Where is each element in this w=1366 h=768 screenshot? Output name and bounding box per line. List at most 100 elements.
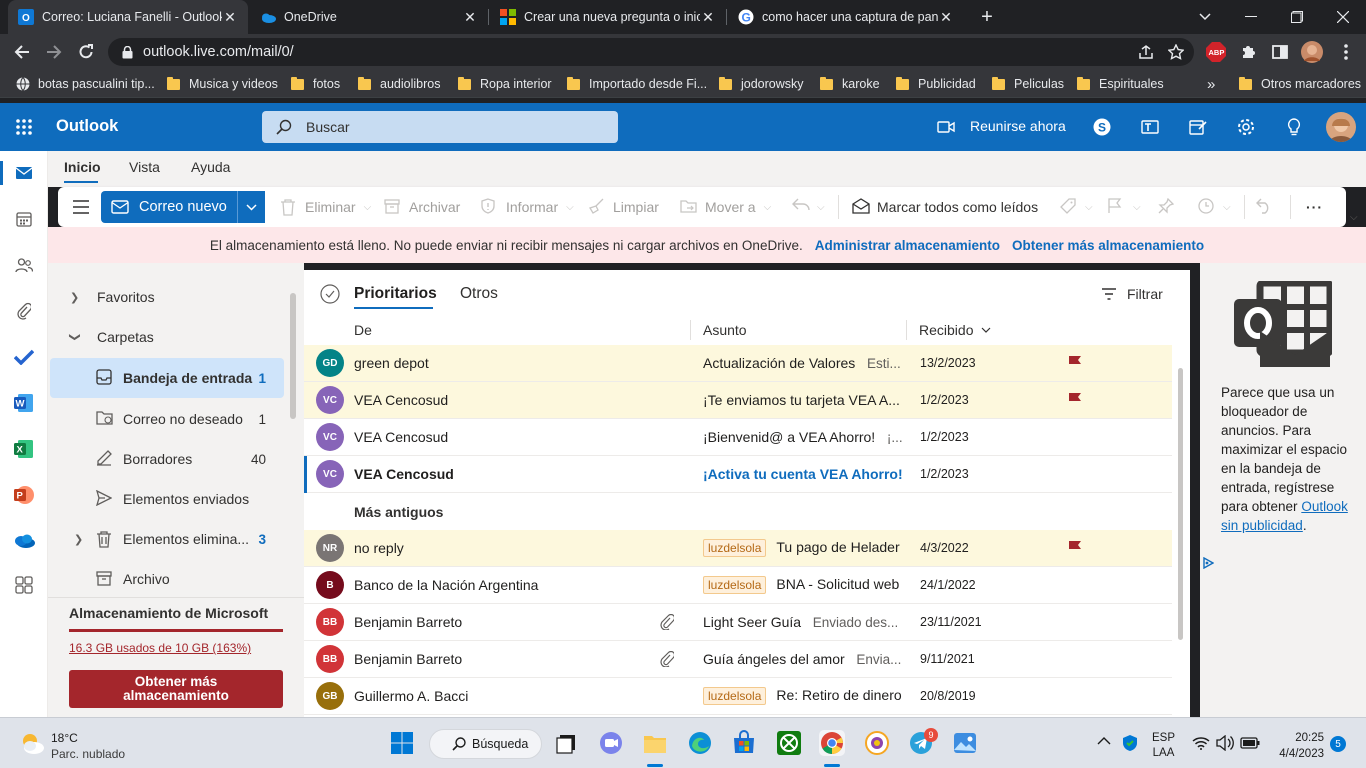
report-button[interactable]: Informar ⌵ — [481, 195, 574, 219]
close-icon[interactable]: ✕ — [938, 9, 954, 26]
folder-archive[interactable]: Archivo — [48, 559, 284, 599]
flag-icon[interactable] — [1068, 392, 1082, 408]
message-row-unread[interactable]: VC VEA Cencosud ¡Activa tu cuenta VEA Ah… — [304, 456, 1172, 493]
sweep-button[interactable]: Limpiar — [588, 195, 659, 219]
storage-usage-link[interactable]: 16.3 GB usados de 10 GB (163%) — [69, 641, 251, 655]
bookmark-folder[interactable]: Peliculas — [992, 75, 1064, 93]
folder-sent[interactable]: Elementos enviados — [48, 479, 284, 519]
back-icon[interactable] — [10, 40, 34, 64]
teams-icon[interactable] — [1138, 115, 1162, 139]
battery-icon[interactable] — [1240, 737, 1260, 749]
app-launcher-icon[interactable] — [12, 115, 36, 139]
onedrive-icon[interactable] — [12, 529, 36, 553]
photos-icon[interactable] — [952, 730, 978, 756]
column-received[interactable]: Recibido — [919, 322, 991, 338]
bookmark-folder[interactable]: Espirituales — [1077, 75, 1164, 93]
message-row[interactable]: NR no reply luzdelsola Tu pago de Helader… — [304, 530, 1172, 567]
tab-home[interactable]: Inicio — [64, 159, 101, 175]
message-row[interactable]: BB Benjamin Barreto Guía ángeles del amo… — [304, 641, 1172, 678]
url-field[interactable]: outlook.live.com/mail/0/ — [108, 38, 1194, 66]
get-storage-link[interactable]: Obtener más almacenamiento — [1012, 238, 1204, 253]
windows-start-icon[interactable] — [389, 730, 415, 756]
adblock-extension-icon[interactable]: ABP — [1204, 40, 1228, 64]
powerpoint-icon[interactable]: P — [12, 483, 36, 507]
tab-view[interactable]: Vista — [129, 159, 160, 175]
word-icon[interactable]: W — [12, 391, 36, 415]
account-avatar[interactable] — [1326, 112, 1356, 142]
todo-icon[interactable] — [12, 345, 36, 369]
bookmark-folder[interactable]: Importado desde Fi... — [567, 75, 707, 93]
video-camera-icon[interactable] — [934, 115, 958, 139]
task-view-icon[interactable] — [554, 730, 580, 756]
message-row[interactable]: B Banco de la Nación Argentina luzdelsol… — [304, 567, 1172, 604]
bookmark-folder[interactable]: Musica y videos — [167, 75, 278, 93]
bookmark-folder[interactable]: fotos — [291, 75, 340, 93]
pin-button[interactable] — [1158, 195, 1183, 219]
bookmark-folder[interactable]: karoke — [820, 75, 880, 93]
adchoices-icon[interactable] — [1202, 557, 1214, 569]
search-input[interactable]: Buscar — [262, 111, 618, 143]
language-indicator[interactable]: ESP LAA — [1152, 731, 1175, 761]
message-row[interactable]: GD green depot Actualización de Valores … — [304, 345, 1172, 382]
delete-button[interactable]: Eliminar ⌵ — [280, 195, 371, 219]
xbox-icon[interactable] — [776, 730, 802, 756]
chrome-icon[interactable] — [819, 730, 845, 756]
tab-outlook[interactable]: O Correo: Luciana Fanelli - Outlook ✕ — [8, 0, 248, 34]
defender-icon[interactable] — [1121, 734, 1139, 752]
chevron-up-icon[interactable] — [1097, 736, 1111, 746]
speaker-icon[interactable] — [1216, 735, 1234, 751]
outlook-brand[interactable]: Outlook — [56, 117, 118, 136]
tab-focused[interactable]: Prioritarios — [354, 285, 437, 303]
share-icon[interactable] — [1134, 40, 1158, 64]
close-icon[interactable]: ✕ — [222, 9, 238, 26]
taskbar-search[interactable]: Búsqueda — [429, 729, 542, 759]
message-row[interactable]: VC VEA Cencosud ¡Te enviamos tu tarjeta … — [304, 382, 1172, 419]
new-tab-button[interactable]: + — [972, 0, 1002, 34]
close-window-icon[interactable] — [1320, 0, 1366, 34]
calendar-icon[interactable] — [12, 207, 36, 231]
other-bookmarks-folder[interactable]: Otros marcadores — [1239, 75, 1361, 93]
file-explorer-icon[interactable] — [642, 730, 668, 756]
brave-icon[interactable] — [864, 730, 890, 756]
more-options-button[interactable]: ··· — [1306, 195, 1323, 219]
folder-scrollbar[interactable] — [290, 293, 296, 419]
gear-icon[interactable] — [1234, 115, 1258, 139]
folder-drafts[interactable]: Borradores 40 — [48, 439, 284, 479]
folder-junk[interactable]: Correo no deseado 1 — [48, 399, 284, 439]
flag-icon[interactable] — [1068, 540, 1082, 556]
message-row[interactable]: BB Benjamin Barreto Light Seer Guía Envi… — [304, 604, 1172, 641]
more-bookmarks-button[interactable]: » — [1207, 75, 1215, 93]
paperclip-icon[interactable] — [12, 299, 36, 323]
ribbon-expand-icon[interactable]: ⌵ — [1350, 212, 1358, 223]
profile-avatar[interactable] — [1300, 40, 1324, 64]
clock[interactable]: 20:25 4/4/2023 — [1270, 730, 1324, 762]
collapse-nav-icon[interactable] — [72, 195, 90, 219]
tab-other[interactable]: Otros — [460, 285, 498, 303]
bookmark-folder[interactable]: jodorowsky — [719, 75, 804, 93]
folder-inbox[interactable]: Bandeja de entrada 1 — [50, 358, 284, 398]
close-icon[interactable]: ✕ — [700, 9, 716, 26]
get-storage-button[interactable]: Obtener más almacenamiento — [69, 670, 283, 708]
forward-icon[interactable] — [42, 40, 66, 64]
message-row[interactable]: VC VEA Cencosud ¡Bienvenid@ a VEA Ahorro… — [304, 419, 1172, 456]
undo-button[interactable] — [1256, 195, 1281, 219]
mail-icon[interactable] — [12, 161, 36, 185]
chrome-menu-icon[interactable] — [1334, 40, 1358, 64]
wifi-icon[interactable] — [1192, 736, 1210, 750]
close-icon[interactable]: ✕ — [462, 9, 478, 26]
bookmark-folder[interactable]: Publicidad — [896, 75, 976, 93]
notification-badge[interactable]: 5 — [1330, 736, 1346, 752]
side-panel-icon[interactable] — [1268, 40, 1292, 64]
tab-microsoft[interactable]: Crear una nueva pregunta o inicia ✕ — [490, 0, 726, 34]
bookmark-item[interactable]: botas pascualini tip... — [16, 75, 155, 93]
restore-icon[interactable] — [1274, 0, 1320, 34]
flag-button[interactable]: ⌵ — [1108, 195, 1141, 219]
folder-deleted[interactable]: ❯ Elementos elimina... 3 — [48, 519, 284, 559]
mark-all-read-button[interactable]: Marcar todos como leídos — [852, 195, 1038, 219]
new-mail-dropdown[interactable] — [237, 191, 265, 223]
my-day-icon[interactable] — [1186, 115, 1210, 139]
column-from[interactable]: De — [354, 322, 372, 338]
reload-icon[interactable] — [74, 40, 98, 64]
reply-button[interactable]: ⌵ — [792, 195, 825, 219]
more-apps-icon[interactable] — [12, 573, 36, 597]
